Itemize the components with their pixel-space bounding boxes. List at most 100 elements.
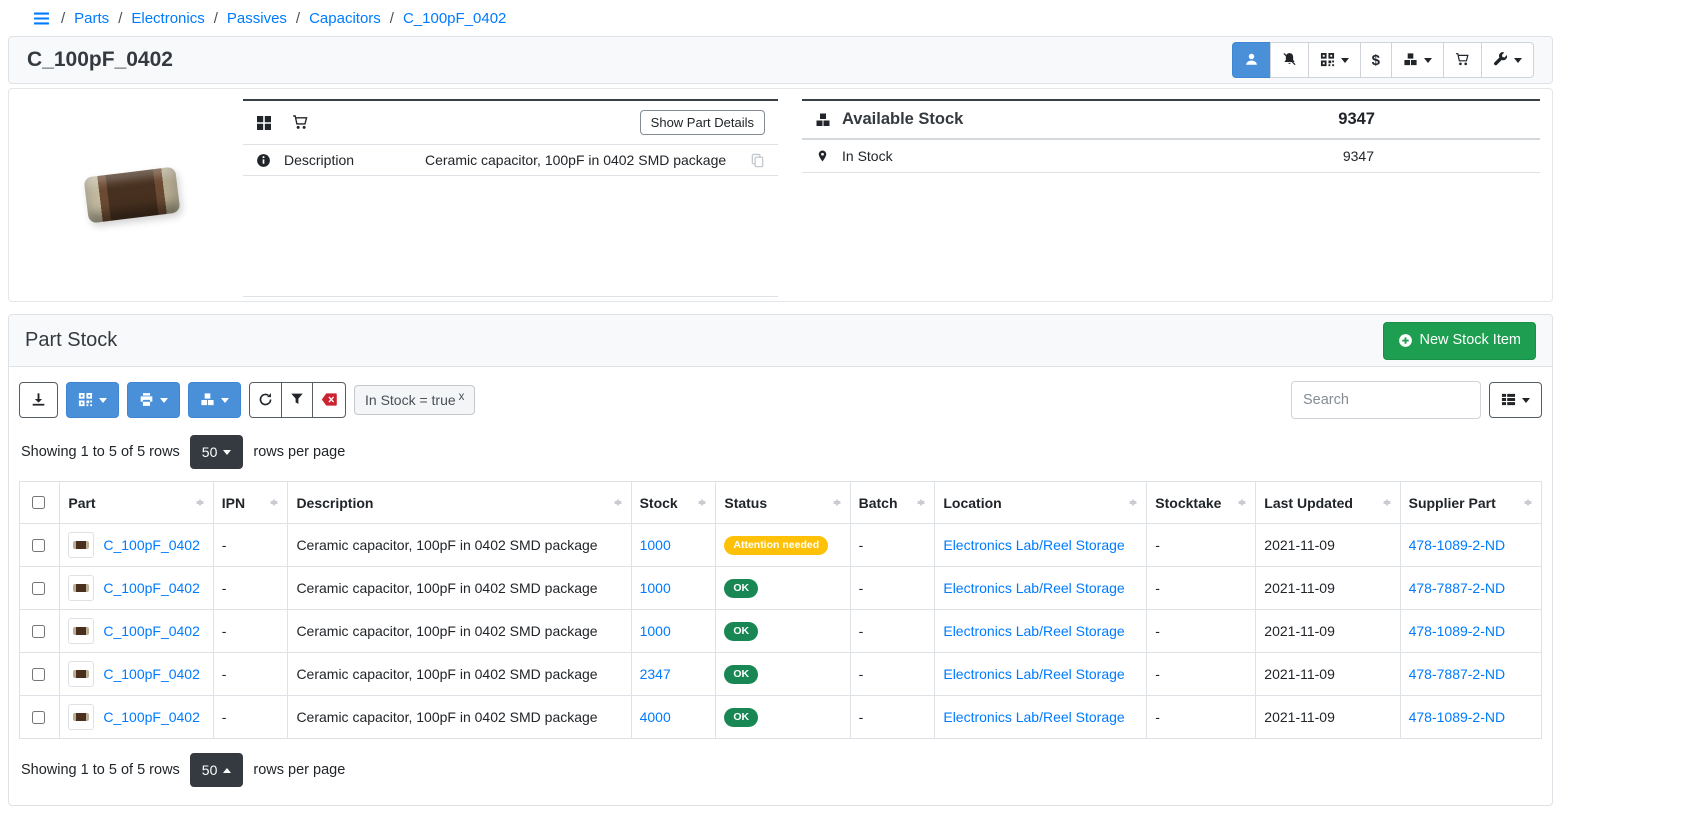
sort-icon[interactable]	[1524, 495, 1533, 510]
select-all-checkbox[interactable]	[32, 496, 45, 509]
reload-table-button[interactable]	[249, 382, 282, 418]
bell-slash-icon	[1282, 52, 1297, 69]
print-actions-dropdown[interactable]	[127, 382, 180, 418]
stock-link[interactable]: 4000	[640, 709, 671, 725]
part-link[interactable]: C_100pF_0402	[103, 623, 200, 639]
subscribe-button[interactable]	[1232, 42, 1271, 78]
stock-link[interactable]: 2347	[640, 666, 671, 682]
sort-icon[interactable]	[1238, 495, 1247, 510]
stock-link[interactable]: 1000	[640, 580, 671, 596]
breadcrumb-link-parts[interactable]: Parts	[74, 10, 109, 27]
chevron-down-icon	[223, 450, 231, 455]
part-settings-dropdown[interactable]	[1481, 42, 1534, 78]
supplier-part-link[interactable]: 478-7887-2-ND	[1409, 666, 1506, 682]
column-header-part[interactable]: Part	[60, 482, 213, 524]
pricing-button[interactable]: $	[1360, 42, 1392, 78]
row-checkbox[interactable]	[32, 582, 45, 595]
column-header-supplier-part[interactable]: Supplier Part	[1400, 482, 1541, 524]
location-link[interactable]: Electronics Lab/Reel Storage	[943, 666, 1124, 682]
part-thumbnail[interactable]	[68, 532, 94, 558]
select-all-header[interactable]	[20, 482, 60, 524]
sort-icon[interactable]	[270, 495, 279, 510]
stock-link[interactable]: 1000	[640, 537, 671, 553]
column-header-last-updated[interactable]: Last Updated	[1256, 482, 1400, 524]
column-header-description[interactable]: Description	[288, 482, 631, 524]
export-button[interactable]	[19, 382, 58, 418]
part-thumbnail[interactable]	[68, 661, 94, 687]
add-filter-button[interactable]	[281, 382, 313, 418]
part-thumbnail[interactable]	[68, 618, 94, 644]
clear-filters-button[interactable]	[312, 382, 346, 418]
sort-icon[interactable]	[1383, 495, 1392, 510]
barcode-actions-dropdown[interactable]	[1308, 42, 1361, 78]
column-header-ipn[interactable]: IPN	[213, 482, 288, 524]
qrcode-icon	[1320, 52, 1335, 69]
stock-options-dropdown[interactable]	[188, 382, 241, 418]
table-row: C_100pF_0402 - Ceramic capacitor, 100pF …	[20, 653, 1542, 696]
batch-cell: -	[850, 653, 935, 696]
part-link[interactable]: C_100pF_0402	[103, 709, 200, 725]
printer-icon	[139, 392, 154, 409]
column-header-stock[interactable]: Stock	[631, 482, 716, 524]
supplier-part-link[interactable]: 478-1089-2-ND	[1409, 623, 1506, 639]
row-checkbox[interactable]	[32, 539, 45, 552]
barcode-actions-table-dropdown[interactable]	[66, 382, 119, 418]
column-header-batch[interactable]: Batch	[850, 482, 935, 524]
stock-link[interactable]: 1000	[640, 623, 671, 639]
sort-icon[interactable]	[614, 495, 623, 510]
location-link[interactable]: Electronics Lab/Reel Storage	[943, 580, 1124, 596]
row-checkbox[interactable]	[32, 711, 45, 724]
row-checkbox[interactable]	[32, 668, 45, 681]
part-link[interactable]: C_100pF_0402	[103, 580, 200, 596]
location-link[interactable]: Electronics Lab/Reel Storage	[943, 709, 1124, 725]
breadcrumb-link-capacitors[interactable]: Capacitors	[309, 10, 381, 27]
part-link[interactable]: C_100pF_0402	[103, 666, 200, 682]
sort-icon[interactable]	[698, 495, 707, 510]
new-stock-item-button[interactable]: New Stock Item	[1383, 322, 1536, 360]
part-image[interactable]	[21, 97, 243, 293]
supplier-part-link[interactable]: 478-7887-2-ND	[1409, 580, 1506, 596]
sort-icon[interactable]	[917, 495, 926, 510]
location-link[interactable]: Electronics Lab/Reel Storage	[943, 623, 1124, 639]
page-size-dropdown[interactable]: 50	[190, 435, 244, 469]
location-link[interactable]: Electronics Lab/Reel Storage	[943, 537, 1124, 553]
batch-cell: -	[850, 567, 935, 610]
breadcrumb: / Parts / Electronics / Passives / Capac…	[8, 0, 1553, 36]
menu-icon[interactable]	[33, 10, 50, 27]
column-header-status[interactable]: Status	[716, 482, 850, 524]
supplier-part-link[interactable]: 478-1089-2-ND	[1409, 709, 1506, 725]
part-link[interactable]: C_100pF_0402	[103, 537, 200, 553]
column-header-stocktake[interactable]: Stocktake	[1147, 482, 1256, 524]
notifications-off-button[interactable]	[1270, 42, 1309, 78]
sort-icon[interactable]	[196, 495, 205, 510]
page-size-dropdown[interactable]: 50	[190, 753, 244, 787]
breadcrumb-link-electronics[interactable]: Electronics	[131, 10, 204, 27]
search-input[interactable]	[1291, 381, 1481, 419]
grid-icon[interactable]	[256, 115, 272, 131]
ipn-cell: -	[213, 567, 288, 610]
stock-table: Part IPN Description Stock Status Batch …	[19, 481, 1542, 739]
order-part-button[interactable]	[1443, 42, 1482, 78]
cart-icon[interactable]	[292, 114, 309, 131]
table-header-row: Part IPN Description Stock Status Batch …	[20, 482, 1542, 524]
column-select-dropdown[interactable]	[1489, 382, 1542, 418]
show-part-details-button[interactable]: Show Part Details	[640, 110, 765, 135]
part-thumbnail[interactable]	[68, 575, 94, 601]
stock-actions-dropdown[interactable]	[1391, 42, 1444, 78]
sort-icon[interactable]	[833, 495, 842, 510]
chevron-down-icon	[160, 398, 168, 403]
supplier-part-link[interactable]: 478-1089-2-ND	[1409, 537, 1506, 553]
page: / Parts / Electronics / Passives / Capac…	[8, 0, 1553, 806]
column-header-location[interactable]: Location	[935, 482, 1147, 524]
filter-chip-in-stock[interactable]: In Stock = true x	[354, 385, 475, 415]
copy-icon[interactable]	[750, 153, 765, 168]
row-checkbox[interactable]	[32, 625, 45, 638]
download-icon	[31, 392, 46, 409]
last-updated-cell: 2021-11-09	[1256, 524, 1400, 567]
sort-icon[interactable]	[1129, 495, 1138, 510]
part-thumbnail[interactable]	[68, 704, 94, 730]
breadcrumb-link-current-part[interactable]: C_100pF_0402	[403, 10, 506, 27]
remove-filter-icon[interactable]: x	[459, 392, 465, 404]
part-image-thumbnail[interactable]	[84, 167, 181, 224]
breadcrumb-link-passives[interactable]: Passives	[227, 10, 287, 27]
